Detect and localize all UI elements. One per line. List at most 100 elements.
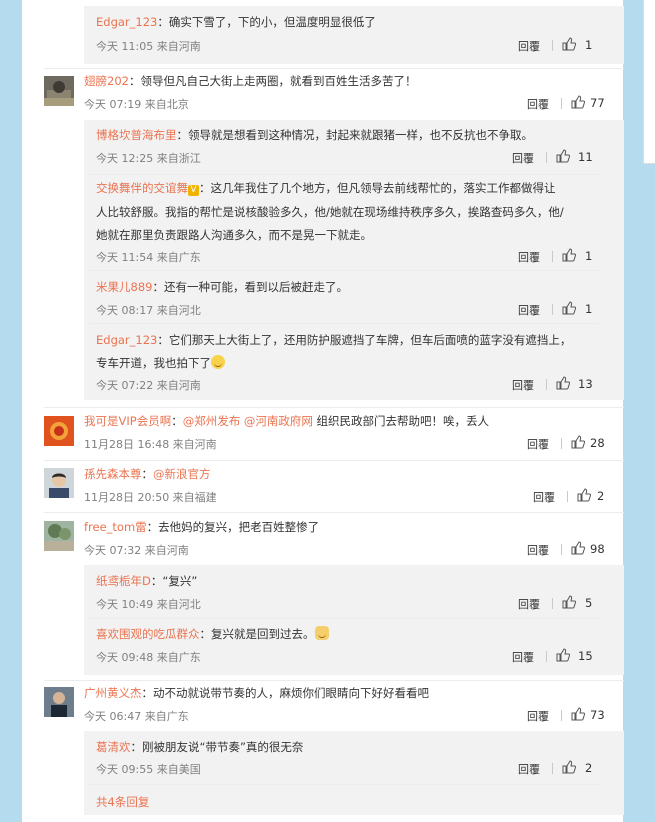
- username-link[interactable]: 博格坎普海布里: [96, 128, 177, 142]
- avatar[interactable]: [44, 76, 74, 106]
- username-link[interactable]: Edgar_123: [96, 333, 157, 347]
- comment-text: ：动不动就说带节奏的人，麻烦你们眼睛向下好好看看吧: [141, 686, 430, 700]
- comment-text: 组织民政部门去帮助吧！唉，丢人: [312, 414, 490, 428]
- avatar[interactable]: [44, 468, 74, 498]
- mention-link[interactable]: @新浪官方: [153, 467, 211, 481]
- like-count: 11: [578, 150, 593, 164]
- more-replies-link[interactable]: 共4条回复: [96, 794, 149, 811]
- divider: [90, 174, 598, 175]
- username-link[interactable]: 我可是VIP会员啊: [84, 414, 171, 428]
- username-link[interactable]: 纸鸢栀年D: [96, 574, 151, 588]
- reply-button[interactable]: 回覆: [512, 649, 534, 665]
- divider: [546, 152, 547, 163]
- divider: [552, 40, 553, 51]
- thumbs-up-icon[interactable]: [571, 541, 585, 555]
- like-count: 1: [585, 249, 593, 263]
- comment-text-line: 专车开道，我也拍下了: [96, 356, 211, 370]
- comment-meta: 今天 09:48 来自广东: [96, 651, 201, 664]
- comment-text: ：复兴就是回到过去。: [199, 627, 315, 641]
- divider: [552, 251, 553, 262]
- divider: [90, 784, 598, 785]
- username-link[interactable]: free_tom雷: [84, 520, 147, 534]
- reply-button[interactable]: 回覆: [527, 542, 549, 558]
- avatar[interactable]: [44, 521, 74, 551]
- reply-button[interactable]: 回覆: [527, 436, 549, 452]
- thumbs-up-icon[interactable]: [562, 301, 576, 315]
- laugh-cry-emoji-icon: [211, 355, 225, 369]
- comment-text-line: 人比较舒服。我指的帮忙是说核酸验多久，他/她就在现场维持秩序多久，挨路查码多久，…: [96, 205, 564, 219]
- username-link[interactable]: 广州黄义杰: [84, 686, 142, 700]
- like-count: 1: [585, 38, 593, 52]
- thumbs-up-icon[interactable]: [562, 37, 576, 51]
- thumbs-up-icon[interactable]: [562, 595, 576, 609]
- divider: [552, 763, 553, 774]
- comment-meta: 今天 06:47 来自广东: [84, 710, 189, 723]
- reply-button[interactable]: 回覆: [533, 489, 555, 505]
- avatar[interactable]: [44, 416, 74, 446]
- divider: [561, 98, 562, 109]
- divider: [44, 407, 624, 408]
- reply-button[interactable]: 回覆: [512, 377, 534, 393]
- side-panel-edge: [643, 0, 655, 164]
- reply-button[interactable]: 回覆: [527, 708, 549, 724]
- thumbs-up-icon[interactable]: [577, 488, 591, 502]
- like-count: 15: [578, 649, 593, 663]
- reply-button[interactable]: 回覆: [518, 249, 540, 265]
- divider: [567, 491, 568, 502]
- thumbs-up-icon[interactable]: [562, 248, 576, 262]
- comment-text: ：确实下雪了，下的小，但温度明显很低了: [157, 15, 376, 29]
- divider: [561, 710, 562, 721]
- username-link[interactable]: 孫先森本尊: [84, 467, 142, 481]
- thumbs-up-icon[interactable]: [556, 648, 570, 662]
- mention-link[interactable]: @河南政府网: [244, 414, 313, 428]
- reply-button[interactable]: 回覆: [527, 96, 549, 112]
- divider: [546, 379, 547, 390]
- mention-link[interactable]: @郑州发布: [183, 414, 241, 428]
- reply-button[interactable]: 回覆: [518, 38, 540, 54]
- thumbs-up-icon[interactable]: [571, 95, 585, 109]
- comment-meta: 今天 07:19 来自北京: [84, 98, 189, 111]
- username-link[interactable]: 葛清欢: [96, 740, 131, 754]
- like-count: 13: [578, 377, 593, 391]
- divider: [44, 512, 624, 513]
- comment-text: ：领导就是想看到这种情况，封起来就跟猪一样，也不反抗也不争取。: [176, 128, 534, 142]
- thumbs-up-icon[interactable]: [562, 760, 576, 774]
- divider: [44, 460, 624, 461]
- reply-button[interactable]: 回覆: [518, 761, 540, 777]
- thumbs-up-icon[interactable]: [556, 149, 570, 163]
- comment-meta: 今天 09:55 来自美国: [96, 763, 201, 776]
- username-link[interactable]: 翅膀202: [84, 74, 129, 88]
- comment-meta: 11月28日 20:50 来自福建: [84, 491, 217, 504]
- username-link[interactable]: 交换舞伴的交谊舞: [96, 181, 188, 195]
- divider: [90, 270, 598, 271]
- page-background-left: [0, 0, 22, 822]
- comment-meta: 今天 08:17 来自河北: [96, 304, 201, 317]
- verified-badge-icon: V: [188, 185, 199, 196]
- divider: [44, 680, 624, 681]
- comment-text: ：刚被朋友说“带节奏”真的很无奈: [130, 740, 304, 754]
- username-link[interactable]: Edgar_123: [96, 15, 157, 29]
- thumbs-up-icon[interactable]: [571, 435, 585, 449]
- thumbs-up-icon[interactable]: [556, 376, 570, 390]
- reply-button[interactable]: 回覆: [512, 150, 534, 166]
- like-count: 2: [597, 489, 605, 503]
- username-link[interactable]: 喜欢围观的吃瓜群众: [96, 627, 200, 641]
- comment-meta: 今天 12:25 来自浙江: [96, 152, 201, 165]
- comment-text: ：领导但凡自己大街上走两圈，就看到百姓生活多苦了！: [128, 74, 417, 88]
- username-link[interactable]: 米果儿889: [96, 280, 152, 294]
- comment-meta: 今天 10:49 来自河北: [96, 598, 201, 611]
- comment-text: ：还有一种可能，看到以后被赶走了。: [152, 280, 348, 294]
- divider: [561, 438, 562, 449]
- avatar[interactable]: [44, 687, 74, 717]
- comment-text: ：“复兴”: [150, 574, 198, 588]
- divider: [561, 544, 562, 555]
- reply-button[interactable]: 回覆: [518, 596, 540, 612]
- comment-meta: 今天 07:32 来自河南: [84, 544, 189, 557]
- like-count: 1: [585, 302, 593, 316]
- dog-emoji-icon: [314, 626, 329, 640]
- like-count: 98: [590, 542, 605, 556]
- thumbs-up-icon[interactable]: [571, 707, 585, 721]
- divider: [546, 651, 547, 662]
- comment-meta: 今天 11:54 来自广东: [96, 251, 201, 264]
- reply-button[interactable]: 回覆: [518, 302, 540, 318]
